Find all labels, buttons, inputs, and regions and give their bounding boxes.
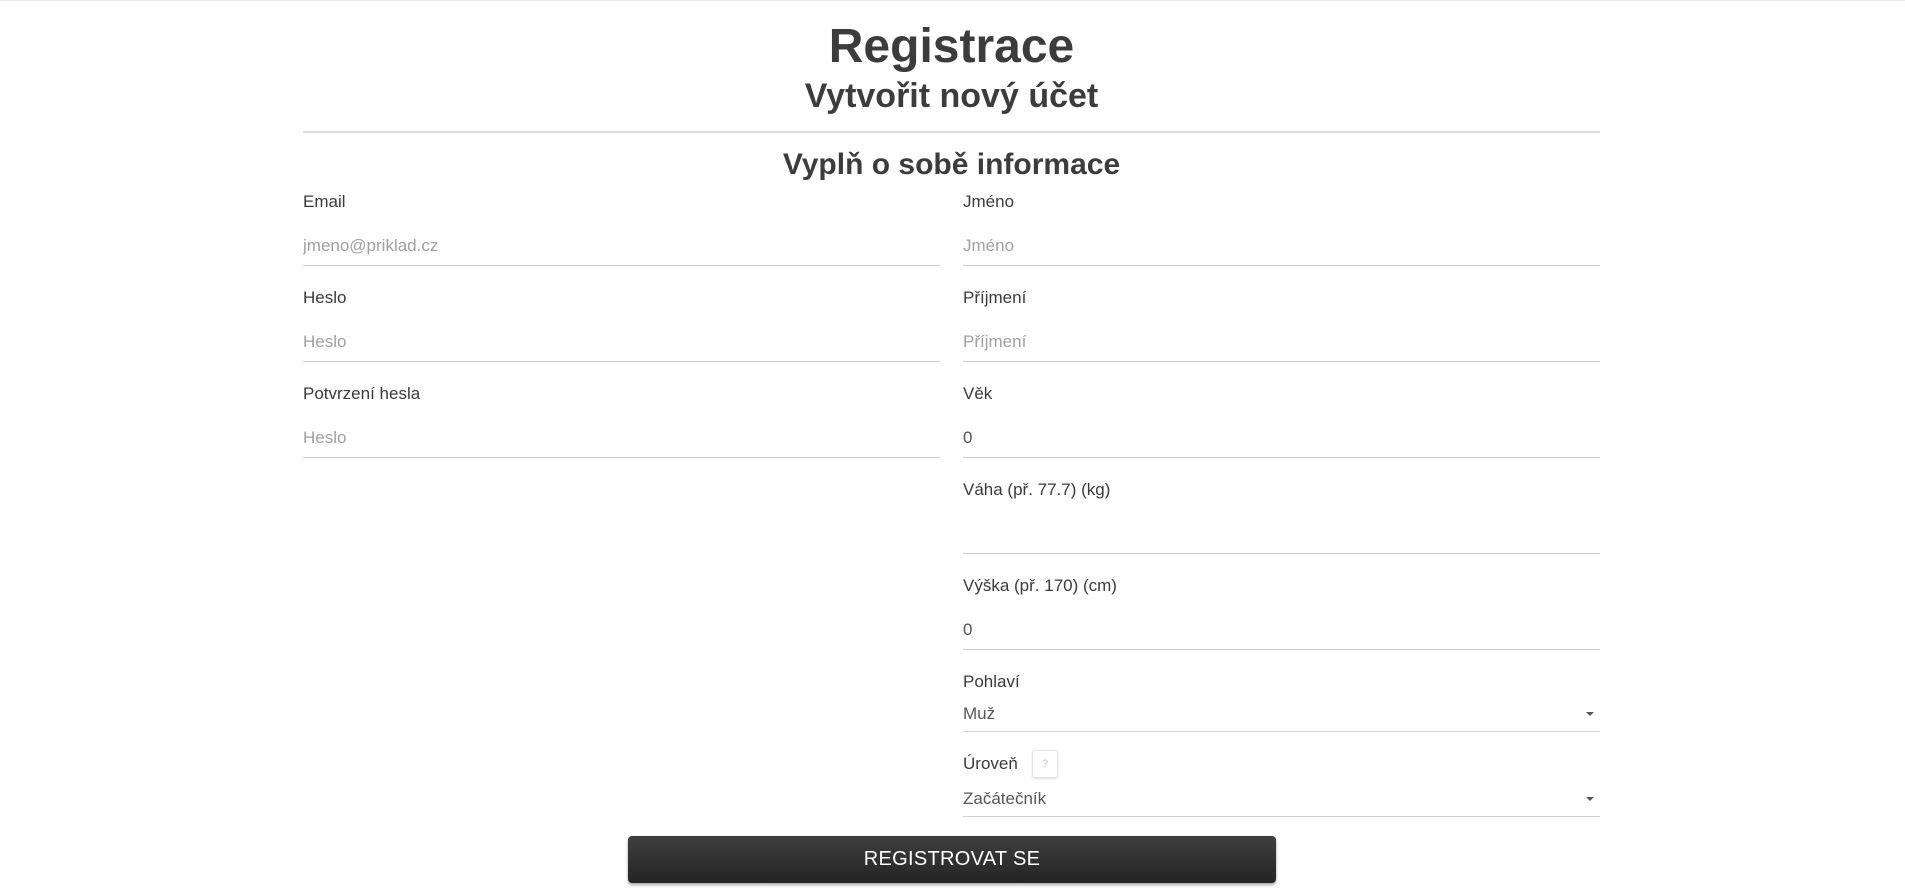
- chevron-down-icon: [1586, 797, 1594, 801]
- page-subtitle: Vytvořit nový účet: [804, 77, 1099, 115]
- first-name-input[interactable]: [963, 226, 1600, 266]
- password-input[interactable]: [303, 322, 940, 362]
- email-label: Email: [303, 192, 346, 211]
- age-label: Věk: [963, 384, 993, 403]
- divider: [303, 131, 1600, 133]
- first-name-label: Jméno: [963, 192, 1015, 211]
- password-confirm-label: Potvrzení hesla: [303, 384, 421, 403]
- page-title: Registrace: [828, 20, 1075, 73]
- last-name-label: Příjmení: [963, 288, 1027, 307]
- last-name-input[interactable]: [963, 322, 1600, 362]
- chevron-down-icon: [1586, 712, 1594, 716]
- weight-label: Váha (př. 77.7) (kg): [963, 480, 1111, 499]
- top-border: [0, 0, 1905, 1]
- gender-selected-value: Muž: [963, 704, 996, 723]
- level-help-button[interactable]: ?: [1032, 750, 1058, 778]
- age-input[interactable]: [963, 418, 1600, 458]
- register-button[interactable]: REGISTROVAT SE: [628, 836, 1276, 883]
- section-title: Vyplň o sobě informace: [782, 148, 1121, 181]
- level-selected-value: Začátečník: [963, 789, 1047, 808]
- height-input[interactable]: [963, 610, 1600, 650]
- password-confirm-input[interactable]: [303, 418, 940, 458]
- height-label: Výška (př. 170) (cm): [963, 576, 1117, 595]
- gender-label: Pohlaví: [963, 672, 1020, 691]
- password-label: Heslo: [303, 288, 347, 307]
- email-input[interactable]: [303, 226, 940, 266]
- gender-select[interactable]: Muž: [963, 696, 1600, 732]
- weight-input[interactable]: [963, 514, 1600, 554]
- level-label: Úroveň: [963, 754, 1018, 773]
- level-select[interactable]: Začátečník: [963, 781, 1600, 817]
